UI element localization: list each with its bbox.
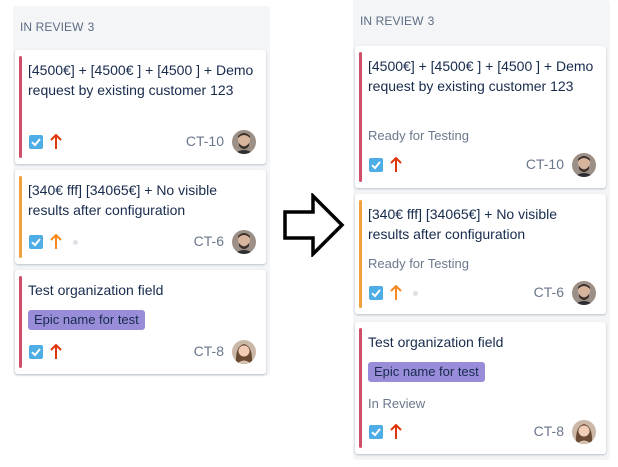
issue-card-ct-10[interactable]: [4500€] + [4500€ ] + [4500 ] + Demo requ… [15,50,266,164]
assignee-avatar[interactable] [572,420,596,444]
column-header: IN REVIEW 3 [353,0,610,44]
card-footer: CT-10 [28,130,256,154]
board-column-in-review-after: IN REVIEW 3 [4500€] + [4500€ ] + [4500 ] … [353,0,610,460]
issue-type-task-icon [29,345,43,359]
issue-type-task-icon [29,135,43,149]
assignee-avatar[interactable] [232,340,256,364]
assignee-avatar[interactable] [572,153,596,177]
column-title: IN REVIEW [20,20,84,34]
issue-summary: Test organization field [28,282,164,298]
issue-summary: Test organization field [368,334,504,350]
epic-label[interactable]: Epic name for test [368,362,485,382]
card-footer: CT-8 [28,340,256,364]
issue-card-ct-10[interactable]: [4500€] + [4500€ ] + [4500 ] + Demo requ… [355,46,606,188]
priority-high-icon [390,423,402,445]
column-issue-count: 3 [87,20,95,34]
indicator-dot-icon [73,240,78,245]
issue-key[interactable]: CT-8 [194,343,224,359]
card-color-bar [359,200,362,308]
issue-key[interactable]: CT-6 [194,233,224,249]
priority-medium-icon [50,233,62,255]
issue-summary: [4500€] + [4500€ ] + [4500 ] + Demo requ… [368,58,594,94]
issue-card-ct-6[interactable]: [340€ fff] [34065€] + No visible results… [355,194,606,314]
assignee-avatar[interactable] [232,130,256,154]
issue-summary: [340€ fff] [34065€] + No visible results… [368,206,558,242]
issue-status: Ready for Testing [368,256,469,271]
card-footer: CT-6 [368,281,596,305]
card-color-bar [19,176,22,258]
issue-status: In Review [368,396,426,411]
issue-type-task-icon [369,425,383,439]
issue-card-ct-8[interactable]: Test organization field Epic name for te… [355,322,606,454]
issue-key[interactable]: CT-10 [186,133,224,149]
assignee-avatar[interactable] [232,230,256,254]
indicator-dot-icon [413,291,418,296]
issue-key[interactable]: CT-10 [526,156,564,172]
column-issue-count: 3 [427,14,435,28]
assignee-avatar[interactable] [572,281,596,305]
priority-high-icon [50,133,62,155]
epic-label[interactable]: Epic name for test [28,310,145,330]
column-title: IN REVIEW [360,14,424,28]
issue-status: Ready for Testing [368,128,469,143]
issue-card-ct-8[interactable]: Test organization field Epic name for te… [15,270,266,374]
card-footer: CT-10 [368,153,596,177]
issue-type-task-icon [369,286,383,300]
issue-type-task-icon [369,158,383,172]
right-arrow-outline-icon [283,191,345,262]
issue-card-ct-6[interactable]: [340€ fff] [34065€] + No visible results… [15,170,266,264]
card-color-bar [359,328,362,448]
priority-medium-icon [390,284,402,306]
priority-high-icon [50,343,62,365]
card-color-bar [359,52,362,182]
column-header: IN REVIEW 3 [13,6,270,48]
board-column-in-review-before: IN REVIEW 3 [4500€] + [4500€ ] + [4500 ] … [13,6,270,376]
issue-key[interactable]: CT-6 [534,284,564,300]
issue-key[interactable]: CT-8 [534,423,564,439]
card-footer: CT-6 [28,230,256,254]
card-color-bar [19,276,22,368]
issue-type-task-icon [29,235,43,249]
priority-high-icon [390,156,402,178]
card-color-bar [19,56,22,158]
issue-summary: [4500€] + [4500€ ] + [4500 ] + Demo requ… [28,62,254,98]
issue-summary: [340€ fff] [34065€] + No visible results… [28,182,218,218]
card-footer: CT-8 [368,420,596,444]
